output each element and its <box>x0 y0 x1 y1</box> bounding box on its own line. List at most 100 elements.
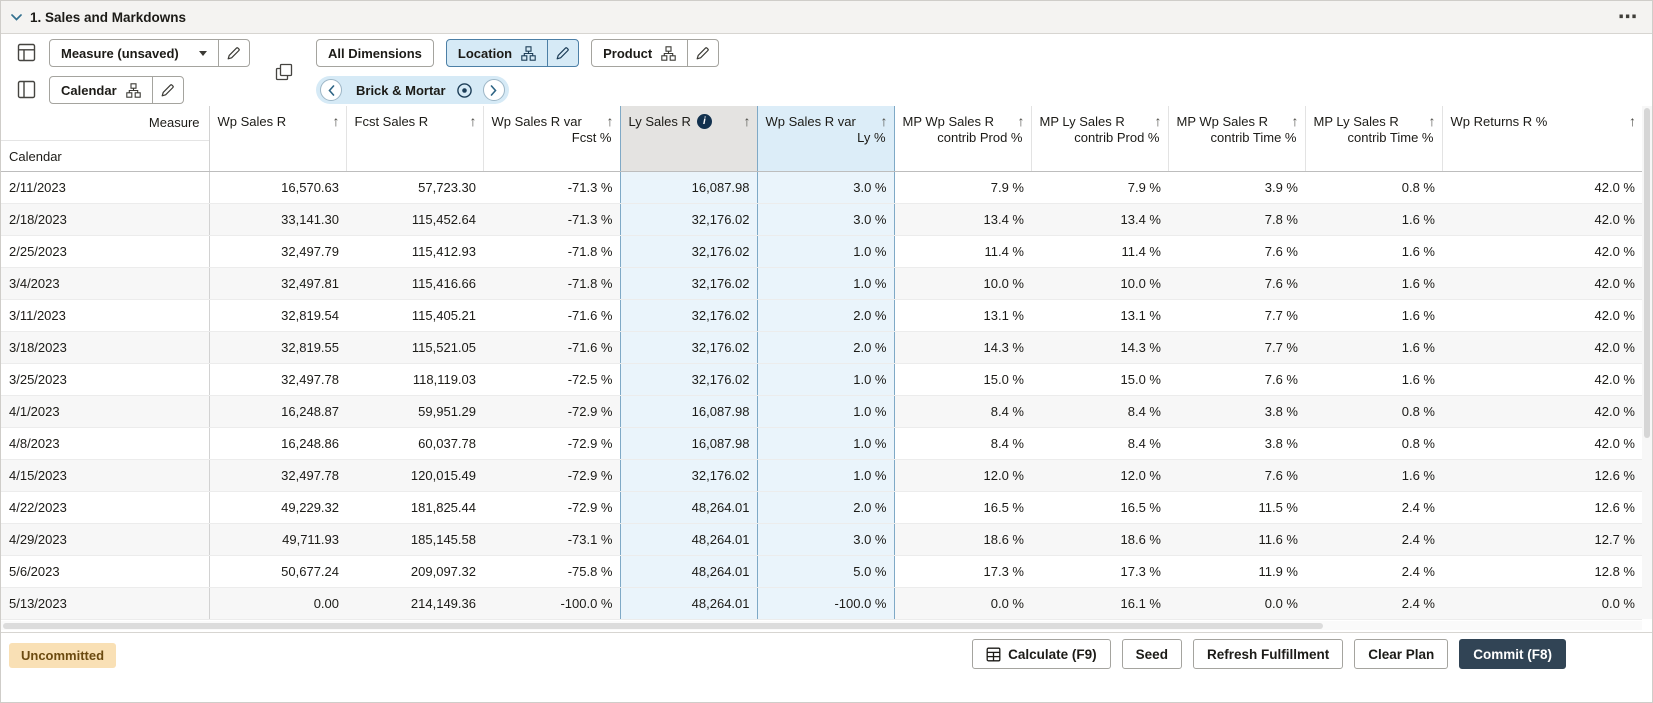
grid-cell[interactable]: 10.0 % <box>894 267 1031 300</box>
grid-cell[interactable]: 10.0 % <box>1031 267 1168 300</box>
grid-cell[interactable]: 0.8 % <box>1305 171 1442 204</box>
row-label[interactable]: 4/8/2023 <box>1 427 210 460</box>
info-icon[interactable]: i <box>696 113 712 129</box>
grid-cell[interactable]: 32,497.79 <box>209 235 346 268</box>
grid-cell[interactable]: 209,097.32 <box>346 555 483 588</box>
grid-cell[interactable]: 2.4 % <box>1305 587 1442 620</box>
product-button[interactable]: Product <box>591 39 689 67</box>
next-location-button[interactable] <box>482 79 505 101</box>
grid-cell[interactable]: 32,819.54 <box>209 299 346 332</box>
grid-cell[interactable]: 17.3 % <box>894 555 1031 588</box>
grid-cell[interactable]: 16,087.98 <box>619 171 758 204</box>
sort-ascending-icon[interactable]: ↑ <box>1149 113 1162 129</box>
calendar-button[interactable]: Calendar <box>49 76 153 104</box>
transpose-axes-icon[interactable] <box>275 63 293 81</box>
grid-cell[interactable]: 42.0 % <box>1442 395 1642 428</box>
grid-cell[interactable]: 42.0 % <box>1442 171 1642 204</box>
grid-cell[interactable]: 115,452.64 <box>346 203 483 236</box>
grid-cell[interactable]: 48,264.01 <box>619 523 758 556</box>
grid-cell[interactable]: 49,229.32 <box>209 491 346 524</box>
grid-cell[interactable]: 32,819.55 <box>209 331 346 364</box>
grid-cell[interactable]: 7.6 % <box>1168 235 1305 268</box>
grid-cell[interactable]: 115,405.21 <box>346 299 483 332</box>
grid-cell[interactable]: 7.7 % <box>1168 299 1305 332</box>
column-header-fcst-sales-r[interactable]: Fcst Sales R ↑ <box>345 106 483 172</box>
row-label[interactable]: 3/18/2023 <box>1 331 210 364</box>
grid-cell[interactable]: 12.7 % <box>1442 523 1642 556</box>
horizontal-scrollbar[interactable] <box>1 621 1642 630</box>
grid-cell[interactable]: 17.3 % <box>1031 555 1168 588</box>
grid-cell[interactable]: -72.5 % <box>483 363 620 396</box>
grid-cell[interactable]: 1.0 % <box>756 363 895 396</box>
grid-cell[interactable]: 12.6 % <box>1442 459 1642 492</box>
grid-cell[interactable]: 42.0 % <box>1442 427 1642 460</box>
grid-cell[interactable]: -71.6 % <box>483 299 620 332</box>
grid-cell[interactable]: 3.0 % <box>756 171 895 204</box>
column-header-wp-returns-r-[interactable]: Wp Returns R % ↑ <box>1441 106 1642 172</box>
grid-cell[interactable]: 32,176.02 <box>619 267 758 300</box>
grid-cell[interactable]: -72.9 % <box>483 459 620 492</box>
row-label[interactable]: 4/15/2023 <box>1 459 210 492</box>
grid-cell[interactable]: 115,416.66 <box>346 267 483 300</box>
grid-cell[interactable]: 1.0 % <box>756 235 895 268</box>
calendar-edit-button[interactable] <box>151 76 184 104</box>
grid-cell[interactable]: 42.0 % <box>1442 331 1642 364</box>
grid-cell[interactable]: -72.9 % <box>483 427 620 460</box>
grid-cell[interactable]: 0.0 % <box>1442 587 1642 620</box>
grid-cell[interactable]: 11.4 % <box>894 235 1031 268</box>
grid-cell[interactable]: 42.0 % <box>1442 267 1642 300</box>
grid-cell[interactable]: 15.0 % <box>894 363 1031 396</box>
grid-cell[interactable]: 42.0 % <box>1442 203 1642 236</box>
grid-cell[interactable]: 32,497.78 <box>209 363 346 396</box>
grid-cell[interactable]: 0.8 % <box>1305 395 1442 428</box>
grid-cell[interactable]: 32,497.78 <box>209 459 346 492</box>
all-dimensions-button[interactable]: All Dimensions <box>316 39 434 67</box>
grid-cell[interactable]: 16.1 % <box>1031 587 1168 620</box>
grid-cell[interactable]: 2.0 % <box>756 491 895 524</box>
grid-cell[interactable]: 181,825.44 <box>346 491 483 524</box>
grid-cell[interactable]: 13.1 % <box>894 299 1031 332</box>
sort-ascending-icon[interactable]: ↑ <box>601 113 614 129</box>
target-icon[interactable] <box>456 82 473 99</box>
grid-cell[interactable]: -75.8 % <box>483 555 620 588</box>
grid-cell[interactable]: 12.6 % <box>1442 491 1642 524</box>
row-label[interactable]: 4/1/2023 <box>1 395 210 428</box>
sort-ascending-icon[interactable]: ↑ <box>327 113 340 129</box>
grid-cell[interactable]: 7.9 % <box>894 171 1031 204</box>
grid-cell[interactable]: 59,951.29 <box>346 395 483 428</box>
grid-cell[interactable]: 115,412.93 <box>346 235 483 268</box>
sort-ascending-icon[interactable]: ↑ <box>1423 113 1436 129</box>
grid-cell[interactable]: 8.4 % <box>1031 427 1168 460</box>
grid-cell[interactable]: 32,176.02 <box>619 459 758 492</box>
grid-cell[interactable]: 32,176.02 <box>619 299 758 332</box>
grid-cell[interactable]: -71.3 % <box>483 171 620 204</box>
grid-cell[interactable]: 7.7 % <box>1168 331 1305 364</box>
horizontal-scrollbar-thumb[interactable] <box>3 622 1323 629</box>
refresh-fulfillment-button[interactable]: Refresh Fulfillment <box>1192 639 1344 669</box>
grid-cell[interactable]: 49,711.93 <box>209 523 346 556</box>
grid-cell[interactable]: 2.4 % <box>1305 523 1442 556</box>
grid-cell[interactable]: 7.6 % <box>1168 267 1305 300</box>
grid-cell[interactable]: 13.4 % <box>894 203 1031 236</box>
location-edit-button[interactable] <box>547 39 580 67</box>
grid-cell[interactable]: 1.0 % <box>756 427 895 460</box>
row-label[interactable]: 3/4/2023 <box>1 267 210 300</box>
sort-ascending-icon[interactable]: ↑ <box>1623 113 1636 129</box>
measure-dropdown[interactable]: Measure (unsaved) <box>49 39 219 67</box>
grid-cell[interactable]: 42.0 % <box>1442 235 1642 268</box>
row-label[interactable]: 3/11/2023 <box>1 299 210 332</box>
grid-cell[interactable]: -71.3 % <box>483 203 620 236</box>
grid-cell[interactable]: 1.0 % <box>756 395 895 428</box>
grid-cell[interactable]: 16.5 % <box>1031 491 1168 524</box>
grid-cell[interactable]: 14.3 % <box>894 331 1031 364</box>
grid-cell[interactable]: 16,570.63 <box>209 171 346 204</box>
grid-cell[interactable]: 48,264.01 <box>619 491 758 524</box>
grid-cell[interactable]: 12.0 % <box>894 459 1031 492</box>
grid-cell[interactable]: -71.6 % <box>483 331 620 364</box>
grid-cell[interactable]: 7.6 % <box>1168 363 1305 396</box>
grid-cell[interactable]: -71.8 % <box>483 267 620 300</box>
grid-cell[interactable]: 3.9 % <box>1168 171 1305 204</box>
grid-cell[interactable]: 48,264.01 <box>619 555 758 588</box>
grid-cell[interactable]: 18.6 % <box>894 523 1031 556</box>
sort-ascending-icon[interactable]: ↑ <box>1286 113 1299 129</box>
